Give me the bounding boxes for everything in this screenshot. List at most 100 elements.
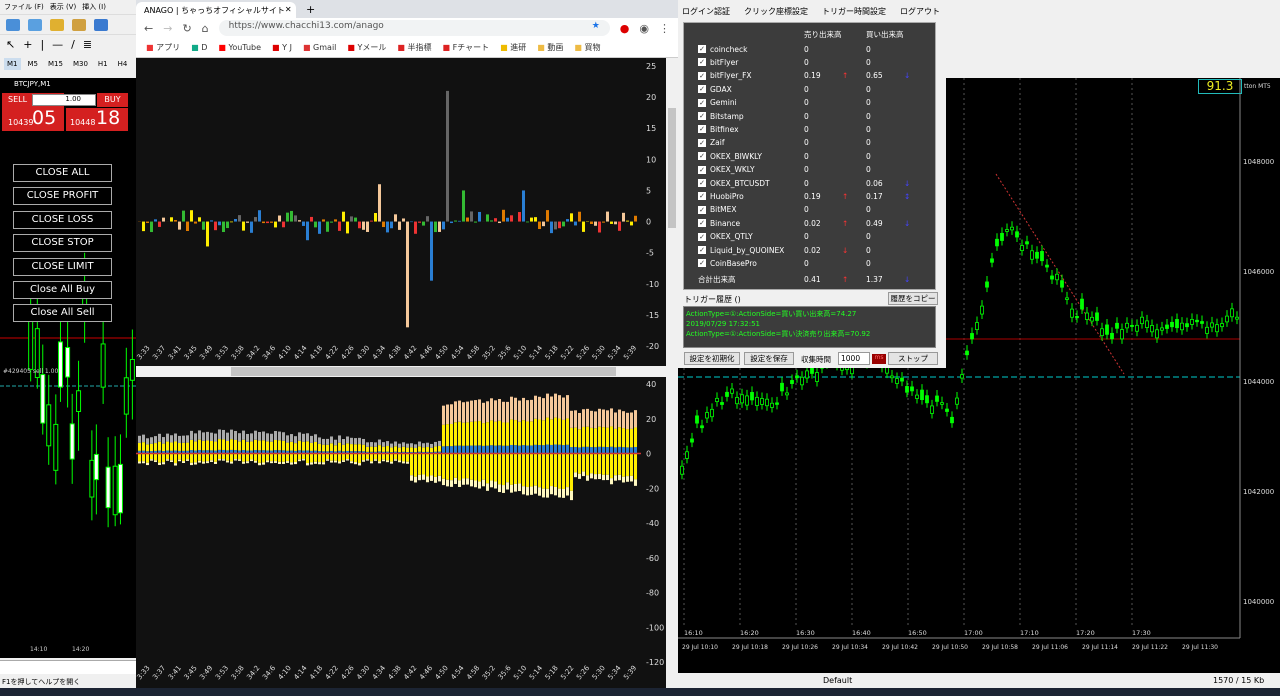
address-bar[interactable]: https://www.chacchi13.com/anago ★ (218, 20, 610, 36)
buy-volume: 0.49 (866, 218, 883, 228)
history-log[interactable]: ActionType=①:ActionSide=買い買い出来高=74.27 20… (683, 306, 936, 348)
market-watch-icon[interactable] (50, 18, 64, 31)
tf-m15[interactable]: M15 (45, 58, 66, 70)
cumulative-bar (446, 404, 449, 425)
x-tick-label: 4:26 (340, 664, 357, 682)
exchange-checkbox[interactable]: ✓ (698, 165, 706, 174)
menu-insert[interactable]: 挿入 (I) (82, 2, 106, 12)
exchange-checkbox[interactable]: ✓ (698, 259, 706, 268)
tf-m1[interactable]: M1 (4, 58, 21, 70)
bookmark-item[interactable]: ■ Y J (272, 43, 292, 52)
bookmark-item[interactable]: ■ Yメール (347, 42, 386, 53)
cumulative-bar (622, 447, 625, 454)
menu-logout[interactable]: ログアウト (900, 6, 940, 16)
reset-settings-button[interactable]: 設定を初期化 (684, 352, 740, 365)
bookmark-item[interactable]: ■ D (191, 43, 207, 52)
forward-icon[interactable]: → (163, 22, 172, 35)
bookmark-item[interactable]: ■ Gmail (303, 43, 336, 52)
close-button[interactable]: CLOSE LIMIT (13, 257, 112, 276)
x-tick-label: 4:38 (387, 344, 403, 361)
profiles-icon[interactable] (28, 18, 42, 31)
exchange-checkbox[interactable]: ✓ (698, 85, 706, 94)
exchange-checkbox[interactable]: ✓ (698, 152, 706, 161)
bookmark-item[interactable]: ■ アプリ (146, 42, 180, 53)
cumulative-bar (530, 486, 533, 495)
exchange-checkbox[interactable]: ✓ (698, 71, 706, 80)
menu-icon[interactable]: ⋮ (659, 22, 670, 35)
bookmark-item[interactable]: ■ YouTube (218, 43, 261, 52)
close-button[interactable]: CLOSE STOP (13, 234, 112, 253)
tf-h1[interactable]: H1 (95, 58, 111, 70)
exchange-checkbox[interactable]: ✓ (698, 192, 706, 201)
exchange-checkbox[interactable]: ✓ (698, 112, 706, 120)
exchange-checkbox[interactable]: ✓ (698, 179, 706, 187)
volume-bar (494, 218, 497, 222)
new-chart-icon[interactable] (6, 18, 20, 31)
browser-tab[interactable]: ANAGO | ちゃっちオフィシャルサイト ✕ (136, 2, 296, 18)
close-button[interactable]: Close All Buy (13, 281, 112, 299)
stop-button[interactable]: ストップ (888, 352, 938, 365)
tf-m30[interactable]: M30 (70, 58, 91, 70)
crosshair-icon[interactable]: + (23, 38, 32, 51)
new-tab-icon[interactable]: + (296, 1, 325, 18)
cumulative-bar (562, 419, 565, 446)
navigator-icon[interactable] (72, 18, 86, 31)
horizontal-line-icon[interactable]: — (52, 38, 63, 51)
exchange-checkbox[interactable]: ✓ (698, 45, 706, 53)
menu-login[interactable]: ログイン認証 (682, 6, 730, 16)
exchange-checkbox[interactable]: ✓ (698, 246, 706, 254)
close-button[interactable]: CLOSE PROFIT (13, 187, 112, 206)
bookmark-item[interactable]: ■ 買物 (574, 42, 600, 53)
menu-file[interactable]: ファイル (F) (4, 2, 44, 12)
buy-price-big: 18 (96, 107, 121, 129)
back-icon[interactable]: ← (144, 22, 153, 35)
sell-volume: 0.02 (804, 218, 821, 228)
vertical-line-icon[interactable]: | (40, 38, 44, 51)
terminal-icon[interactable] (94, 18, 108, 31)
horizontal-scrollbar[interactable] (136, 366, 666, 377)
close-button[interactable]: Close All Sell (13, 304, 112, 323)
tf-h4[interactable]: H4 (115, 58, 131, 70)
profile-avatar[interactable]: ◉ (639, 22, 649, 35)
volume-bar (530, 217, 533, 222)
adblock-icon[interactable]: ● (620, 22, 630, 35)
volume-bar (378, 184, 381, 222)
exchange-checkbox[interactable]: ✓ (698, 98, 706, 107)
trendline-icon[interactable]: / (71, 38, 75, 51)
bookmark-item[interactable]: ■ 動画 (537, 42, 563, 53)
reload-icon[interactable]: ↻ (182, 22, 191, 35)
vertical-scrollbar[interactable] (666, 58, 678, 688)
cumulative-bar (506, 482, 509, 490)
menu-click-coords[interactable]: クリック座標設定 (744, 6, 808, 16)
lot-input[interactable]: 1.00 (32, 94, 96, 106)
buy-button[interactable]: BUY (97, 93, 128, 107)
menu-view[interactable]: 表示 (V) (50, 2, 76, 12)
exchange-checkbox[interactable]: ✓ (698, 232, 706, 241)
fibo-icon[interactable]: ≣ (83, 38, 92, 51)
bookmark-star-icon[interactable]: ★ (592, 21, 600, 35)
save-settings-button[interactable]: 設定を保存 (744, 352, 794, 365)
bookmark-item[interactable]: ■ Fチャート (443, 42, 490, 53)
bookmark-item[interactable]: ■ 半指標 (397, 42, 431, 53)
close-button[interactable]: CLOSE ALL (13, 164, 112, 182)
interval-input[interactable]: 1000 (838, 352, 870, 365)
exchange-checkbox[interactable]: ✓ (698, 219, 706, 228)
cumulative-bar (234, 439, 237, 451)
cumulative-bar (278, 461, 281, 465)
exchange-checkbox[interactable]: ✓ (698, 58, 706, 67)
anago-panel: ログイン認証 クリック座標設定 トリガー時間設定 ログアウト 売り出来高 買い出… (678, 0, 946, 368)
home-icon[interactable]: ⌂ (202, 22, 209, 35)
bookmark-item[interactable]: ■ 進研 (500, 42, 526, 53)
cumulative-bar (630, 453, 633, 476)
cursor-icon[interactable]: ↖ (6, 38, 15, 51)
close-tab-icon[interactable]: ✕ (285, 5, 292, 15)
cumulative-bar (262, 453, 265, 463)
exchange-checkbox[interactable]: ✓ (698, 205, 706, 214)
exchange-checkbox[interactable]: ✓ (698, 125, 706, 134)
tf-m5[interactable]: M5 (25, 58, 42, 70)
copy-history-button[interactable]: 履歴をコピー (888, 292, 938, 305)
menu-trigger-time[interactable]: トリガー時間設定 (822, 6, 886, 16)
close-button[interactable]: CLOSE LOSS (13, 210, 112, 229)
scroll-thumb[interactable] (231, 367, 616, 376)
exchange-checkbox[interactable]: ✓ (698, 138, 706, 147)
